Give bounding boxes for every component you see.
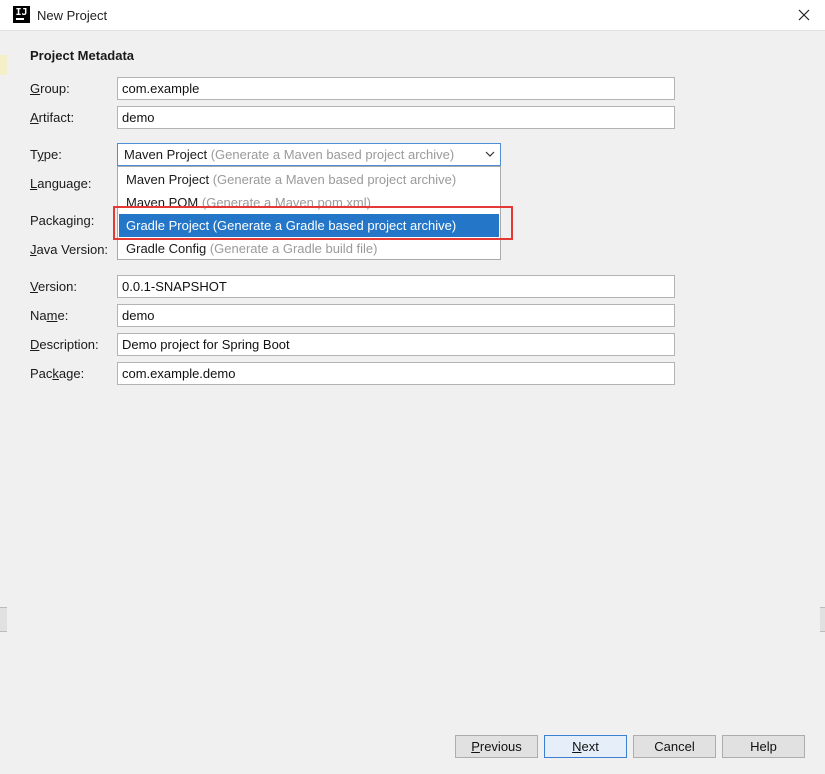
packaging-label: Packaging:	[30, 213, 95, 228]
group-label: Group:	[30, 81, 70, 96]
annotation-highlight-box	[113, 206, 513, 240]
next-button[interactable]: Next	[544, 735, 627, 758]
window-title: New Project	[37, 8, 108, 23]
chevron-down-icon[interactable]	[484, 147, 496, 161]
type-select-hint: (Generate a Maven based project archive)	[210, 147, 455, 162]
artifact-field[interactable]: demo	[117, 106, 675, 129]
section-title: Project Metadata	[30, 48, 135, 63]
title-bar: IJ New Project	[0, 0, 825, 31]
previous-button[interactable]: Previous	[455, 735, 538, 758]
dialog-content: Project Metadata Group: com.example Arti…	[7, 32, 820, 767]
help-button[interactable]: Help	[722, 735, 805, 758]
group-field[interactable]: com.example	[117, 77, 675, 100]
artifact-label: Artifact:	[30, 110, 75, 125]
description-field[interactable]: Demo project for Spring Boot	[117, 333, 675, 356]
type-select-value: Maven Project	[124, 147, 208, 162]
version-label: Version:	[30, 279, 77, 294]
java-version-label: Java Version:	[30, 242, 109, 257]
intellij-idea-icon: IJ	[13, 6, 30, 23]
package-field[interactable]: com.example.demo	[117, 362, 675, 385]
type-label: Type:	[30, 147, 62, 162]
background-editor-stripe	[0, 55, 7, 75]
type-select[interactable]: Maven Project (Generate a Maven based pr…	[117, 143, 501, 166]
background-panel-edge-right	[820, 607, 825, 632]
language-label: Language:	[30, 176, 92, 191]
cancel-button[interactable]: Cancel	[633, 735, 716, 758]
package-label: Package:	[30, 366, 85, 381]
type-option-gradle-config[interactable]: Gradle Config (Generate a Gradle build f…	[119, 237, 499, 260]
close-icon[interactable]	[791, 3, 817, 27]
type-option-maven-project[interactable]: Maven Project (Generate a Maven based pr…	[119, 168, 499, 191]
name-field[interactable]: demo	[117, 304, 675, 327]
name-label: Name:	[30, 308, 69, 323]
version-field[interactable]: 0.0.1-SNAPSHOT	[117, 275, 675, 298]
description-label: Description:	[30, 337, 99, 352]
background-panel-edge	[0, 607, 7, 632]
